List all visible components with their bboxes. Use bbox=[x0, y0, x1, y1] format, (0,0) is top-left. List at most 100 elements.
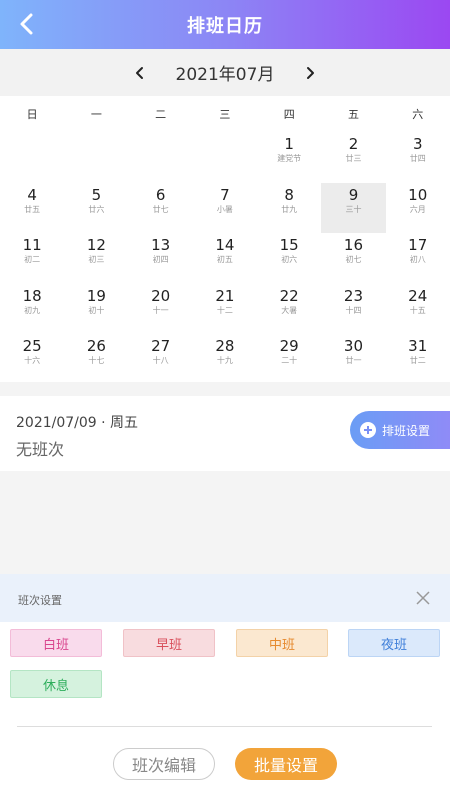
day-cell[interactable]: 2 廿三 bbox=[321, 132, 385, 183]
day-cell[interactable]: 29 二十 bbox=[257, 334, 321, 385]
day-cell[interactable]: 7 小暑 bbox=[193, 183, 257, 234]
page-title: 排班日历 bbox=[187, 15, 263, 37]
weekday-label: 六 bbox=[412, 108, 424, 121]
day-cell[interactable]: 25 十六 bbox=[0, 334, 64, 385]
lunar-date: 廿九 bbox=[281, 204, 298, 214]
empty-day-cell bbox=[129, 132, 193, 183]
lunar-date: 十四 bbox=[345, 305, 362, 315]
day-cell[interactable]: 6 廿七 bbox=[129, 183, 193, 234]
day-cell[interactable]: 26 十七 bbox=[64, 334, 128, 385]
day-cell[interactable]: 5 廿六 bbox=[64, 183, 128, 234]
next-month-icon[interactable] bbox=[300, 63, 320, 83]
prev-month-icon[interactable] bbox=[130, 63, 150, 83]
day-cell[interactable]: 13 初四 bbox=[129, 233, 193, 284]
day-number: 15 bbox=[279, 236, 299, 254]
shift-option-button[interactable]: 休息 bbox=[10, 670, 102, 698]
day-cell[interactable]: 18 初九 bbox=[0, 284, 64, 335]
lunar-date: 初八 bbox=[409, 255, 426, 264]
shift-edit-button[interactable]: 班次编辑 bbox=[113, 748, 215, 780]
day-cell[interactable]: 11 初二 bbox=[0, 233, 64, 284]
calendar-week-row: 11 初二 12 初三 13 初四 14 初五 15 初六 16 初七 17 初八 bbox=[0, 233, 450, 284]
day-cell[interactable]: 30 廿一 bbox=[321, 334, 385, 385]
day-cell[interactable]: 19 初十 bbox=[64, 284, 128, 335]
day-number: 27 bbox=[151, 337, 171, 355]
divider bbox=[17, 726, 432, 727]
shift-option-button[interactable]: 早班 bbox=[123, 629, 215, 657]
weekday-label: 日 bbox=[26, 108, 38, 121]
shift-option-button[interactable]: 白班 bbox=[10, 629, 102, 657]
selected-date: 2021/07/09 · 周五 bbox=[16, 415, 139, 431]
day-cell[interactable]: 3 廿四 bbox=[386, 132, 450, 183]
batch-setting-button[interactable]: 批量设置 bbox=[235, 748, 337, 780]
day-cell[interactable]: 17 初八 bbox=[386, 233, 450, 284]
day-number: 1 bbox=[284, 135, 294, 153]
day-cell[interactable]: 12 初三 bbox=[64, 233, 128, 284]
lunar-date: 廿七 bbox=[152, 204, 169, 214]
lunar-date: 十五 bbox=[409, 305, 426, 315]
day-cell[interactable]: 27 十八 bbox=[129, 334, 193, 385]
day-number: 21 bbox=[215, 286, 235, 305]
day-cell[interactable]: 24 十五 bbox=[386, 284, 450, 335]
day-number: 16 bbox=[343, 236, 363, 254]
weekday-label: 五 bbox=[347, 108, 359, 121]
day-cell[interactable]: 15 初六 bbox=[257, 233, 321, 284]
empty-day-cell bbox=[0, 132, 64, 183]
day-number: 11 bbox=[22, 236, 42, 254]
day-number: 9 bbox=[348, 185, 359, 204]
day-number: 18 bbox=[22, 286, 42, 305]
month-label: 2021年07月 bbox=[175, 65, 275, 85]
lunar-date: 初五 bbox=[216, 255, 233, 264]
calendar-week-row: 25 十六 26 十七 27 十八 28 十九 29 二十 30 廿一 31 廿二 bbox=[0, 334, 450, 385]
lunar-date: 十八 bbox=[152, 356, 169, 365]
lunar-date: 初三 bbox=[88, 255, 105, 264]
day-cell[interactable]: 1 建党节 bbox=[257, 132, 321, 183]
day-cell[interactable]: 31 廿二 bbox=[386, 334, 450, 385]
day-cell[interactable]: 14 初五 bbox=[193, 233, 257, 284]
day-cell[interactable]: 28 十九 bbox=[193, 334, 257, 385]
lunar-date: 廿三 bbox=[345, 154, 362, 163]
lunar-date: 三十 bbox=[345, 204, 362, 214]
lunar-date: 廿六 bbox=[88, 204, 105, 214]
lunar-date: 廿二 bbox=[409, 356, 426, 365]
shift-setting-button[interactable]: 排班设置 bbox=[350, 411, 450, 449]
lunar-date: 十六 bbox=[24, 356, 41, 365]
day-number: 22 bbox=[279, 286, 299, 305]
close-icon[interactable] bbox=[414, 589, 432, 607]
lunar-date: 初四 bbox=[152, 255, 169, 264]
shift-option-button[interactable]: 中班 bbox=[236, 629, 328, 657]
day-number: 30 bbox=[343, 337, 363, 355]
lunar-date: 十七 bbox=[88, 356, 105, 365]
calendar-week-row: 1 建党节 2 廿三 3 廿四 bbox=[0, 132, 450, 183]
day-cell[interactable]: 4 廿五 bbox=[0, 183, 64, 234]
lunar-date: 廿五 bbox=[24, 204, 41, 214]
lunar-date: 初二 bbox=[24, 255, 41, 264]
app-header: 排班日历 bbox=[0, 0, 450, 49]
day-number: 13 bbox=[151, 236, 171, 254]
lunar-date: 初九 bbox=[24, 305, 41, 315]
day-cell[interactable]: 22 大暑 bbox=[257, 284, 321, 335]
day-cell[interactable]: 9 三十 bbox=[321, 182, 386, 233]
day-number: 29 bbox=[279, 337, 299, 355]
empty-day-cell bbox=[64, 132, 128, 183]
shift-option-button[interactable]: 夜班 bbox=[348, 629, 440, 657]
day-number: 25 bbox=[22, 337, 42, 355]
calendar-weeks: 1 建党节 2 廿三 3 廿四 4 廿五 5 廿六 6 廿七 7 小暑 8 廿九 9 三十 10 六月 11 初二 12 初三… bbox=[0, 132, 450, 385]
lunar-date: 初七 bbox=[345, 255, 362, 264]
day-cell[interactable]: 10 六月 bbox=[386, 183, 450, 234]
day-number: 24 bbox=[408, 286, 428, 305]
day-number: 10 bbox=[408, 185, 428, 204]
day-cell[interactable]: 21 十二 bbox=[193, 284, 257, 335]
day-cell[interactable]: 23 十四 bbox=[321, 284, 385, 335]
day-cell[interactable]: 16 初七 bbox=[321, 233, 385, 284]
lunar-date: 初六 bbox=[281, 255, 298, 264]
day-number: 4 bbox=[27, 185, 37, 204]
day-number: 20 bbox=[151, 286, 171, 305]
day-cell[interactable]: 8 廿九 bbox=[257, 183, 321, 234]
lunar-date: 初十 bbox=[88, 305, 105, 315]
chevron-left-icon[interactable] bbox=[14, 10, 42, 38]
lunar-date: 十二 bbox=[216, 305, 233, 315]
day-number: 26 bbox=[86, 337, 106, 355]
day-cell[interactable]: 20 十一 bbox=[129, 284, 193, 335]
day-number: 2 bbox=[348, 135, 359, 153]
weekday-header: 日一二三四五六 bbox=[0, 96, 450, 132]
